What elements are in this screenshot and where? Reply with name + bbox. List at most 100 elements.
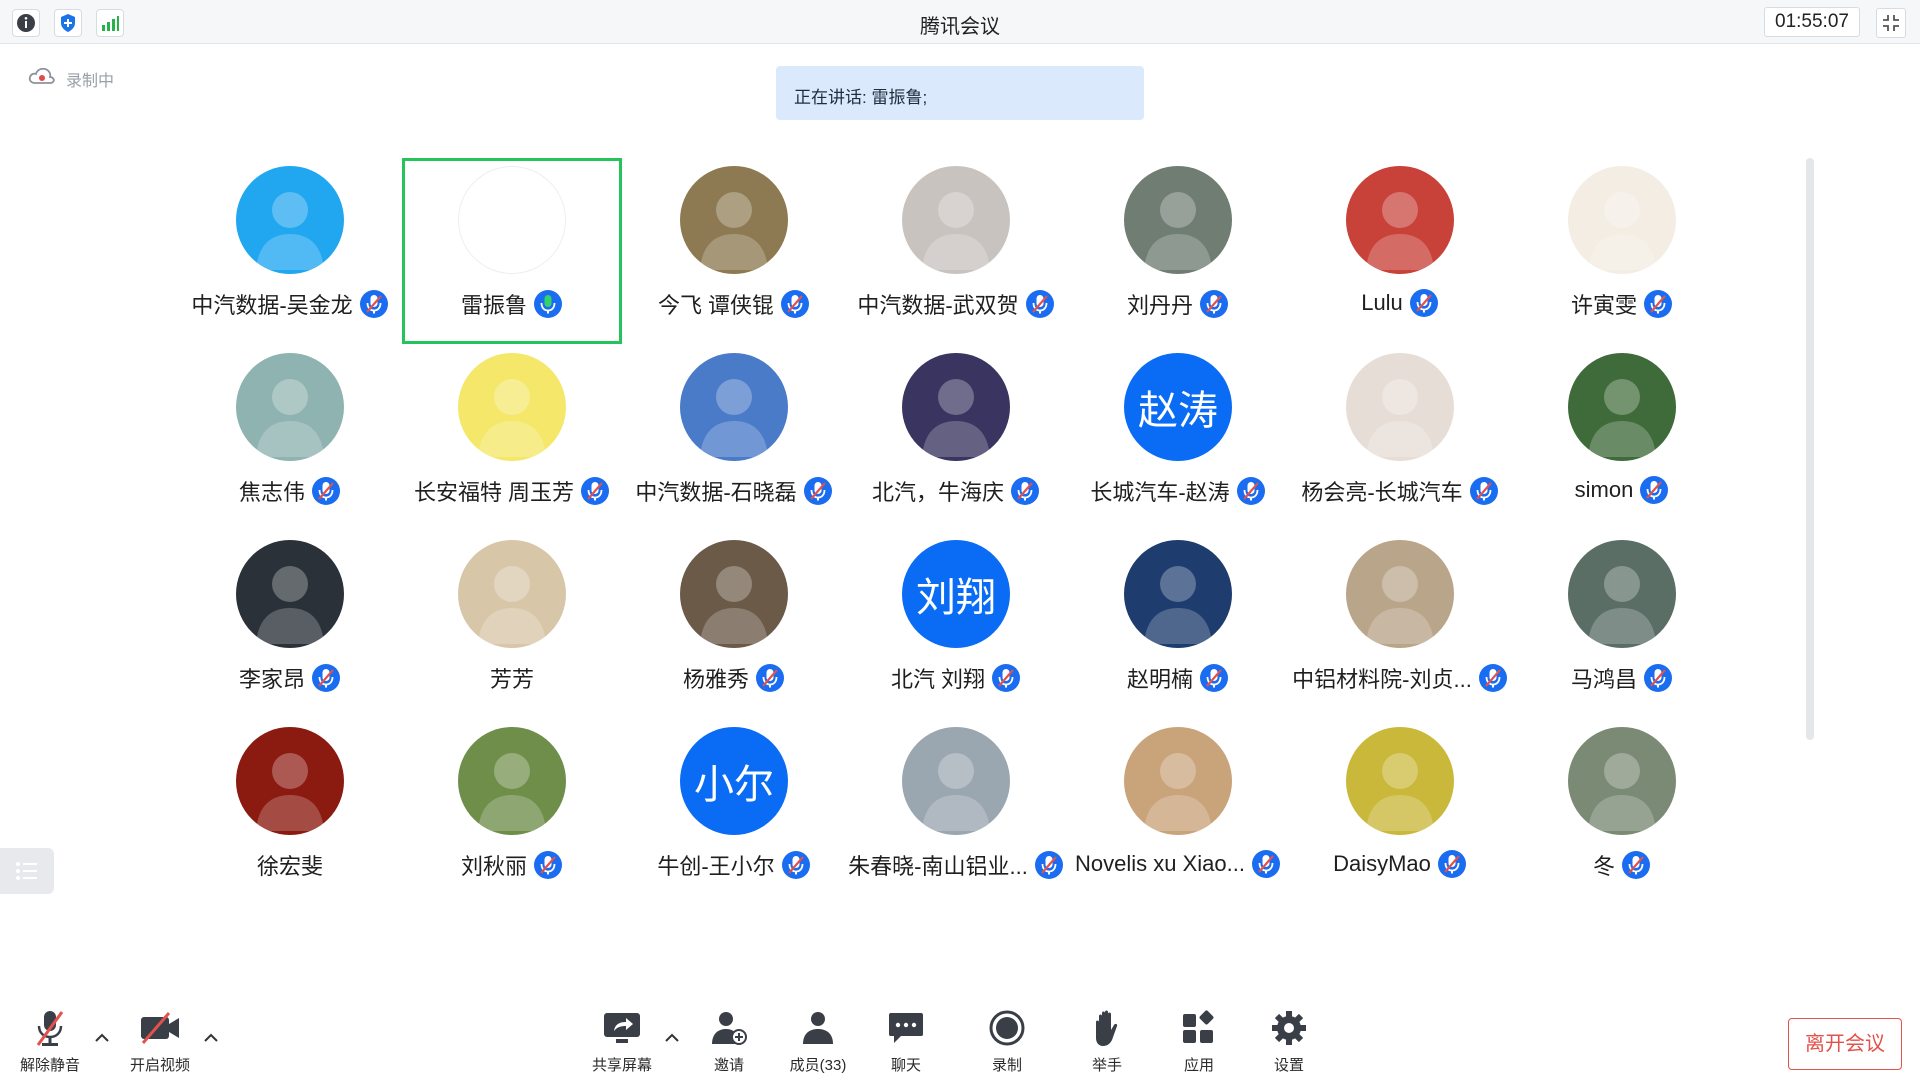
avatar: 赵涛 (1124, 353, 1232, 461)
participant-tile[interactable]: DaisyMao (1290, 719, 1510, 905)
chat-button[interactable]: 聊天 (861, 1008, 951, 1075)
user-silhouette-icon (1366, 379, 1434, 457)
settings-button[interactable]: 设置 (1244, 1008, 1334, 1075)
participant-name: 徐宏斐 (256, 854, 323, 879)
avatar (1346, 166, 1454, 274)
avatar-initials: 刘翔 (916, 576, 996, 620)
participant-tile[interactable]: 焦志伟 (180, 345, 400, 531)
participant-tile[interactable]: simon (1512, 345, 1732, 531)
avatar (902, 353, 1010, 461)
user-silhouette-icon (1144, 192, 1212, 270)
participant-name: 赵明楠 (1126, 667, 1193, 692)
chat-label: 聊天 (890, 1057, 921, 1074)
participant-tile[interactable]: 赵涛 长城汽车-赵涛 (1068, 345, 1288, 531)
mic-muted-icon (1199, 289, 1229, 319)
participant-tile[interactable]: 朱春晓-南山铝业... (846, 719, 1066, 905)
participant-name: 中汽数据-武双贺 (857, 293, 1019, 318)
members-button[interactable]: 成员(33) (773, 1008, 863, 1075)
avatar (1124, 540, 1232, 648)
share-screen-icon (577, 1008, 667, 1048)
participant-tile[interactable]: 中汽数据-石晓磊 (624, 345, 844, 531)
mic-muted-icon (5, 1008, 95, 1048)
audio-options-chevron-up-icon[interactable] (92, 1028, 112, 1048)
participant-tile[interactable]: 杨雅秀 (624, 532, 844, 718)
participant-tile[interactable]: 中汽数据-吴金龙 (180, 158, 400, 344)
video-options-chevron-up-icon[interactable] (201, 1028, 221, 1048)
avatar (1346, 540, 1454, 648)
participant-tile[interactable]: 刘秋丽 (402, 719, 622, 905)
leave-meeting-button[interactable]: 离开会议 (1788, 1018, 1902, 1070)
mic-muted-icon (1437, 849, 1467, 879)
participant-tile[interactable]: 冬 (1512, 719, 1732, 905)
participant-name: DaisyMao (1333, 851, 1431, 876)
participant-tile[interactable]: 杨会亮-长城汽车 (1290, 345, 1510, 531)
unmute-button[interactable]: 解除静音 (5, 1008, 95, 1075)
user-silhouette-icon (256, 192, 324, 270)
invite-button[interactable]: 邀请 (684, 1008, 774, 1075)
mic-muted-icon (991, 663, 1021, 693)
user-silhouette-icon (478, 566, 546, 644)
participant-list-toggle[interactable] (0, 848, 54, 894)
mic-muted-icon (755, 663, 785, 693)
avatar (1568, 727, 1676, 835)
participant-tile[interactable]: 马鸿昌 (1512, 532, 1732, 718)
recording-indicator[interactable]: 录制中 (28, 66, 114, 91)
participant-name: Lulu (1361, 290, 1403, 315)
mic-muted-icon (1199, 663, 1229, 693)
meeting-timer: 01:55:07 (1764, 7, 1860, 37)
cloud-record-icon (28, 66, 56, 91)
user-silhouette-icon (700, 379, 768, 457)
avatar (236, 166, 344, 274)
participant-tile[interactable]: 徐宏斐 (180, 719, 400, 905)
avatar (236, 727, 344, 835)
mic-muted-icon (1621, 850, 1651, 880)
speaking-banner: 正在讲话: 雷振鲁; (776, 66, 1144, 120)
mic-muted-icon (1409, 288, 1439, 318)
participant-tile[interactable]: 雷振鲁 (402, 158, 622, 344)
participant-name: 北汽 刘翔 (890, 667, 986, 692)
members-icon (773, 1008, 863, 1048)
start-video-label: 开启视频 (129, 1057, 190, 1074)
apps-button[interactable]: 应用 (1154, 1008, 1244, 1075)
participant-tile[interactable]: 刘丹丹 (1068, 158, 1288, 344)
share-screen-button[interactable]: 共享屏幕 (577, 1008, 667, 1075)
participant-name: 杨雅秀 (682, 667, 749, 692)
share-options-chevron-up-icon[interactable] (662, 1028, 682, 1048)
title-bar: 腾讯会议 01:55:07 (0, 0, 1920, 44)
participant-tile[interactable]: Novelis xu Xiao... (1068, 719, 1288, 905)
participant-tile[interactable]: 小尔 牛创-王小尔 (624, 719, 844, 905)
fullscreen-icon[interactable] (1876, 8, 1906, 38)
user-silhouette-icon (1366, 192, 1434, 270)
participant-tile[interactable]: 许寅雯 (1512, 158, 1732, 344)
participant-tile[interactable]: 中铝材料院-刘贞... (1290, 532, 1510, 718)
record-icon (962, 1008, 1052, 1048)
mic-active-icon (533, 289, 563, 319)
raise-hand-button[interactable]: 举手 (1062, 1008, 1152, 1075)
participant-tile[interactable]: 今飞 谭侠锟 (624, 158, 844, 344)
window-title: 腾讯会议 (920, 16, 1000, 38)
participant-tile[interactable]: 李家昂 (180, 532, 400, 718)
user-silhouette-icon (1588, 192, 1656, 270)
record-button[interactable]: 录制 (962, 1008, 1052, 1075)
participant-tile[interactable]: 刘翔北汽 刘翔 (846, 532, 1066, 718)
speaking-names: 雷振鲁; (871, 88, 928, 107)
grid-scrollbar[interactable] (1806, 158, 1814, 740)
participant-tile[interactable]: Lulu (1290, 158, 1510, 344)
bottom-toolbar: 解除静音 开启视频 共享屏幕 邀请 成员(33) 聊天 录制 举手 应用 设置 (0, 996, 1920, 1080)
avatar (1346, 353, 1454, 461)
participant-tile[interactable]: 赵明楠 (1068, 532, 1288, 718)
hand-icon (1062, 1008, 1152, 1048)
participant-name: 杨会亮-长城汽车 (1301, 480, 1463, 505)
participant-name: 许寅雯 (1570, 293, 1637, 318)
participant-tile[interactable]: 北汽，牛海庆 (846, 345, 1066, 531)
participant-tile[interactable]: 长安福特 周玉芳 (402, 345, 622, 531)
avatar (458, 353, 566, 461)
mic-muted-icon (1643, 663, 1673, 693)
participant-name: 雷振鲁 (460, 293, 527, 318)
user-silhouette-icon (700, 566, 768, 644)
participant-tile[interactable]: 中汽数据-武双贺 (846, 158, 1066, 344)
user-silhouette-icon (700, 192, 768, 270)
user-silhouette-icon (256, 379, 324, 457)
participant-tile[interactable]: 芳芳 (402, 532, 622, 718)
start-video-button[interactable]: 开启视频 (115, 1008, 205, 1075)
